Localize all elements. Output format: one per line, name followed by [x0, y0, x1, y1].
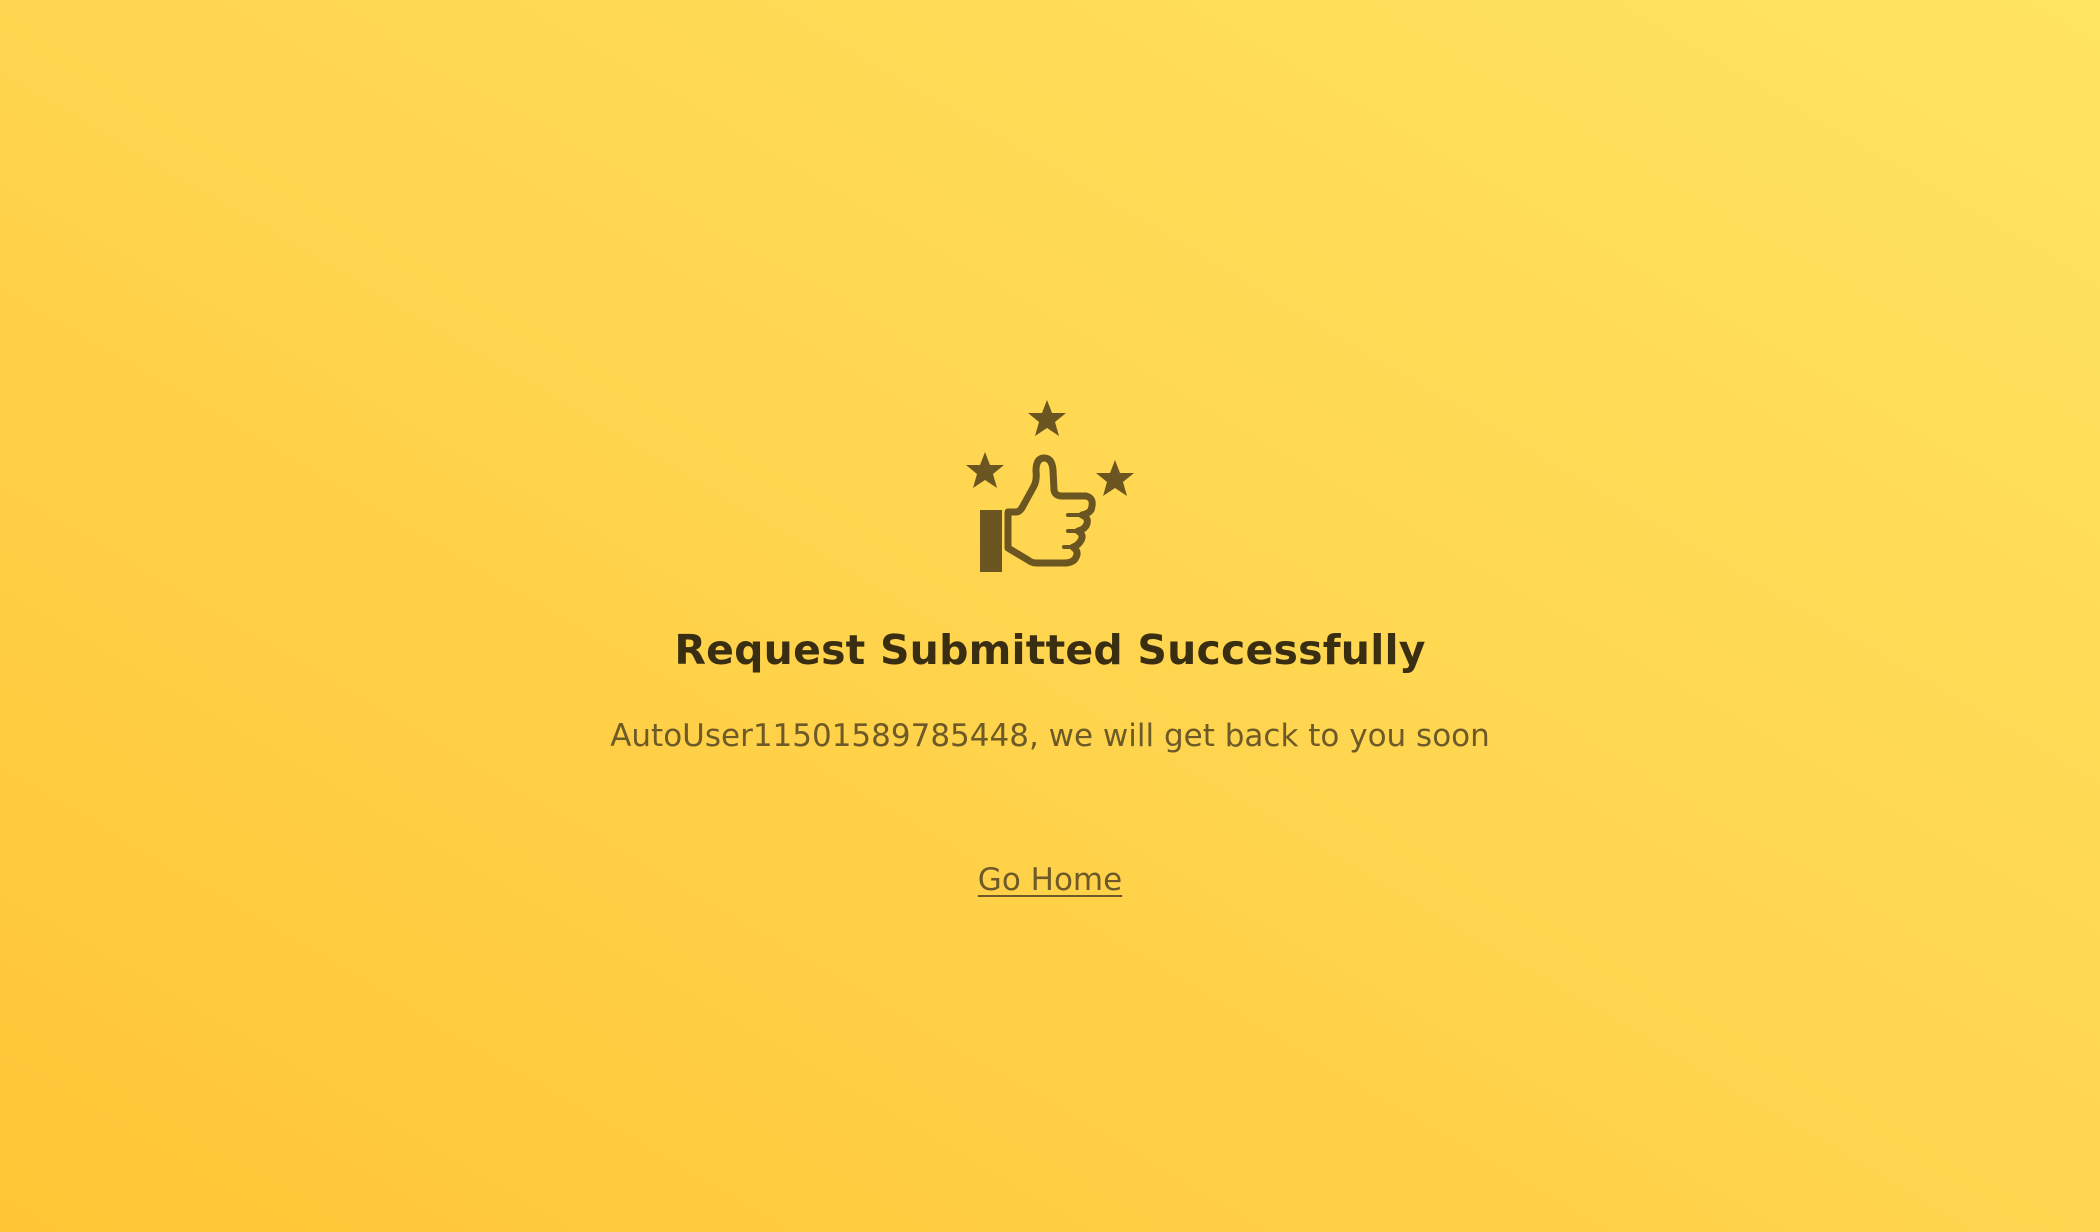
go-home-link[interactable]: Go Home [978, 862, 1122, 898]
star-icon [1028, 400, 1066, 436]
home-link-container: Go Home [0, 862, 2100, 898]
page-title: Request Submitted Successfully [674, 626, 1426, 674]
confirmation-message: AutoUser11501589785448, we will get back… [610, 718, 1490, 754]
success-panel: Request Submitted Successfully AutoUser1… [0, 0, 2100, 1232]
thumbs-up-with-stars-icon [966, 400, 1134, 572]
star-icon [1096, 460, 1134, 496]
star-icon [966, 452, 1004, 488]
